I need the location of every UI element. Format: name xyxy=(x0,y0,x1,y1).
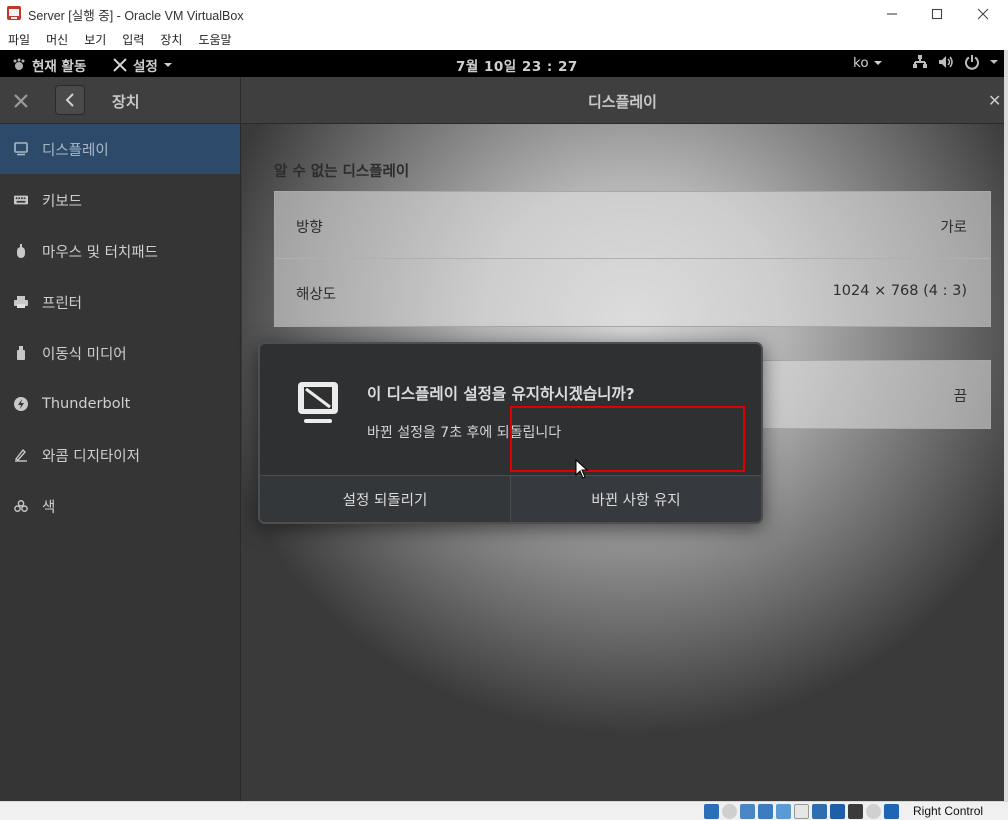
sidebar-item-label: 키보드 xyxy=(42,193,83,210)
sidebar-item-wacom[interactable]: 와콤 디지타이저 xyxy=(0,430,240,480)
menu-devices[interactable]: 장치 xyxy=(160,31,182,48)
display-settings-list: 방향 가로 해상도 1024 × 768 (4 : 3) xyxy=(274,191,991,327)
sidebar-item-color[interactable]: 색 xyxy=(0,481,240,531)
host-statusbar: Right Control xyxy=(0,801,1008,820)
resolution-row[interactable]: 해상도 1024 × 768 (4 : 3) xyxy=(275,259,990,326)
orientation-row[interactable]: 방향 가로 xyxy=(275,192,990,259)
dialog-title: 이 디스플레이 설정을 유지하시겠습니까? xyxy=(367,385,635,403)
hard-disk-icon[interactable] xyxy=(704,804,719,819)
maximize-icon xyxy=(931,8,943,20)
close-icon xyxy=(977,8,989,20)
maximize-button[interactable] xyxy=(914,0,960,28)
close-button[interactable] xyxy=(960,0,1006,28)
video-capture-icon[interactable] xyxy=(830,804,845,819)
host-window-edge xyxy=(1004,50,1008,801)
input-language-menu[interactable]: ko xyxy=(853,55,883,71)
panel-title: 장치 xyxy=(112,93,140,111)
back-button[interactable] xyxy=(55,85,85,115)
revert-settings-button[interactable]: 설정 되돌리기 xyxy=(260,476,511,522)
host-key-label: Right Control xyxy=(913,804,984,818)
color-icon xyxy=(14,499,28,513)
clock[interactable]: 7월 10일 23 : 27 xyxy=(456,55,578,75)
app-menu-label: 설정 xyxy=(133,59,158,75)
menu-view[interactable]: 보기 xyxy=(84,31,106,48)
menu-help[interactable]: 도움말 xyxy=(198,31,231,48)
app-menu[interactable]: 설정 xyxy=(112,55,173,75)
sidebar-item-display[interactable]: 디스플레이 xyxy=(0,124,240,174)
power-icon xyxy=(965,55,979,70)
network-adapter-icon[interactable] xyxy=(758,804,773,819)
resolution-value: 1024 × 768 (4 : 3) xyxy=(832,283,967,299)
chevron-left-icon xyxy=(65,93,74,107)
chevron-down-icon xyxy=(163,63,172,67)
sidebar-item-keyboard[interactable]: 키보드 xyxy=(0,175,240,225)
page-title: 디스플레이 xyxy=(587,93,657,111)
sidebar-item-label: 프린터 xyxy=(42,295,83,312)
dialog-actions: 설정 되돌리기 바뀐 사항 유지 xyxy=(260,475,761,522)
language-label: ko xyxy=(853,55,869,71)
host-menubar: 파일 머신 보기 입력 장치 도움말 xyxy=(0,28,1008,50)
sidebar-item-label: 색 xyxy=(42,499,56,516)
menu-input[interactable]: 입력 xyxy=(122,31,144,48)
sidebar-item-removable-media[interactable]: 이동식 미디어 xyxy=(0,328,240,378)
night-light-value: 끔 xyxy=(953,389,967,405)
volume-icon xyxy=(939,56,953,68)
chevron-down-icon xyxy=(873,61,882,65)
window-close-icon[interactable]: ✕ xyxy=(988,91,1001,110)
gnome-topbar: 현재 활동 설정 7월 10일 23 : 27 ko xyxy=(0,50,1004,77)
virtualbox-icon xyxy=(7,6,21,20)
sidebar-item-label: 디스플레이 xyxy=(42,142,109,159)
sidebar-item-mouse[interactable]: 마우스 및 터치패드 xyxy=(0,226,240,276)
header-bar: 장치 디스플레이 ✕ xyxy=(0,77,1004,124)
host-key-icon[interactable] xyxy=(884,804,899,819)
system-menu[interactable] xyxy=(912,54,998,70)
gnome-foot-icon xyxy=(13,58,25,70)
keep-changes-button[interactable]: 바뀐 사항 유지 xyxy=(511,476,761,522)
display-status-icon[interactable] xyxy=(812,804,827,819)
keyboard-icon xyxy=(14,193,28,207)
activities-label: 현재 활동 xyxy=(32,59,87,75)
usb-icon[interactable] xyxy=(776,804,791,819)
removable-media-icon xyxy=(14,346,28,360)
minimize-button[interactable] xyxy=(869,0,915,28)
menu-file[interactable]: 파일 xyxy=(8,31,30,48)
audio-icon[interactable] xyxy=(740,804,755,819)
mouse-integration-icon[interactable] xyxy=(866,804,881,819)
sidebar-item-printers[interactable]: 프린터 xyxy=(0,277,240,327)
minimize-icon xyxy=(887,13,897,15)
sidebar-item-thunderbolt[interactable]: Thunderbolt xyxy=(0,379,240,429)
settings-tools-icon xyxy=(14,94,28,108)
chevron-down-icon xyxy=(990,60,998,64)
menu-machine[interactable]: 머신 xyxy=(46,31,68,48)
wacom-tablet-icon xyxy=(14,448,28,462)
optical-drive-icon[interactable] xyxy=(722,804,737,819)
printer-icon xyxy=(14,295,28,309)
sidebar-header: 장치 xyxy=(0,77,241,124)
sidebar-item-label: 마우스 및 터치패드 xyxy=(42,244,158,261)
mouse-cursor-icon xyxy=(575,459,589,479)
display-name-heading: 알 수 없는 디스플레이 xyxy=(274,164,410,180)
statusbar-icons xyxy=(704,804,899,819)
activities-button[interactable]: 현재 활동 xyxy=(12,55,86,75)
thunderbolt-icon xyxy=(14,397,28,411)
window-title: Server [실행 중] - Oracle VM VirtualBox xyxy=(28,9,244,23)
orientation-value: 가로 xyxy=(940,220,967,236)
orientation-label: 방향 xyxy=(296,220,323,236)
mouse-icon xyxy=(14,244,28,258)
resolution-label: 해상도 xyxy=(296,287,337,303)
network-icon xyxy=(913,55,927,68)
highlight-annotation xyxy=(510,406,745,472)
sidebar-item-label: 이동식 미디어 xyxy=(42,346,127,363)
shared-folders-icon[interactable] xyxy=(794,804,809,819)
virtualization-icon[interactable] xyxy=(848,804,863,819)
guest-screen: 현재 활동 설정 7월 10일 23 : 27 ko 장치 디스플레이 ✕ 디스… xyxy=(0,50,1004,801)
tools-icon xyxy=(113,58,127,72)
sidebar-item-label: 와콤 디지타이저 xyxy=(42,448,140,465)
sidebar: 디스플레이 키보드 마우스 및 터치패드 프린터 이동식 미디어 Thunder… xyxy=(0,124,241,801)
display-icon xyxy=(14,142,28,156)
host-titlebar: Server [실행 중] - Oracle VM VirtualBox xyxy=(0,0,1008,28)
sidebar-item-label: Thunderbolt xyxy=(42,396,131,412)
display-warning-icon xyxy=(298,382,338,423)
